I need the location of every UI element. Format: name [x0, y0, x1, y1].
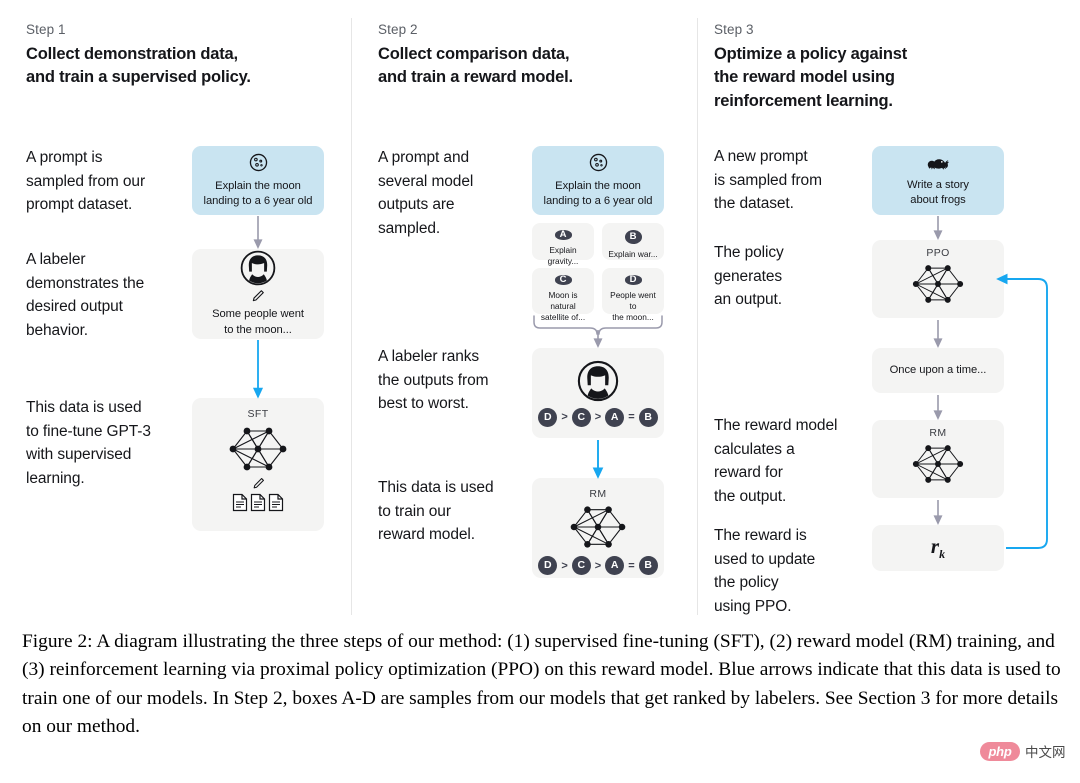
step-1-prompt-text: Explain the moon landing to a 6 year old — [203, 179, 313, 207]
sample-text-d: People went to the moon... — [610, 289, 656, 322]
step-3-title: Optimize a policy against the reward mod… — [714, 45, 908, 110]
step-1-prompt-box[interactable]: Explain the moon landing to a 6 year old — [192, 146, 324, 215]
sample-badge-b: B — [624, 230, 642, 244]
rm-rank-operator-2: > — [594, 559, 602, 572]
rank-badge-2: C — [571, 407, 591, 427]
step-1-sft-box[interactable]: SFT — [192, 398, 324, 531]
step-1-description-3: This data is used to fine-tune GPT-3 wit… — [26, 399, 151, 487]
rm-rank-badge-4: B — [638, 556, 658, 575]
sample-text-c: Moon is natural satellite of... — [540, 289, 586, 322]
labeler-avatar-icon — [577, 360, 619, 402]
step-3-rm-box[interactable]: RM — [872, 420, 1004, 498]
labeler-avatar-icon — [240, 250, 276, 286]
step-1-labeler-box[interactable]: Some people went to the moon... — [192, 249, 324, 339]
step-1-description-2: A labeler demonstrates the desired outpu… — [26, 251, 145, 339]
step-2-description-1: A prompt and several model outputs are s… — [378, 149, 474, 237]
php-logo-icon: php — [980, 741, 1020, 761]
pencil-icon — [251, 476, 266, 491]
sample-badge-d: D — [624, 275, 642, 285]
rm-rank-badge-1: D — [538, 556, 558, 575]
rank-operator-1: > — [561, 411, 568, 423]
step-1-column: Step 1 Collect demonstration data, and t… — [26, 0, 356, 618]
step-3-ppo-caption: PPO — [926, 247, 950, 259]
rank-badge-3: A — [605, 407, 625, 427]
neural-network-icon — [908, 261, 968, 307]
step-3-prompt-text: Write a story about frogs — [907, 178, 969, 206]
method-diagram: Step 1 Collect demonstration data, and t… — [0, 0, 1080, 618]
step-2-sample-c[interactable]: C Moon is natural satellite of... — [532, 268, 594, 322]
rank-badge-1: D — [538, 407, 558, 427]
step-2-ranking-row: D > C > A = B — [538, 407, 658, 427]
rm-rank-operator-3: = — [628, 559, 635, 572]
step-2-prompt-box[interactable]: Explain the moon landing to a 6 year old — [532, 146, 664, 215]
moon-icon — [588, 152, 609, 173]
step-3-output-box[interactable]: Once upon a time... — [872, 348, 1004, 393]
step-2-column: Step 2 Collect comparison data, and trai… — [378, 0, 708, 618]
step-3-description-1: A new prompt is sampled from the dataset… — [714, 148, 822, 213]
reward-value: rk — [930, 533, 946, 562]
step-2-prompt-text: Explain the moon landing to a 6 year old — [543, 179, 653, 207]
step-1-sft-caption: SFT — [247, 408, 269, 420]
rm-rank-badge-3: A — [605, 556, 625, 575]
rm-rank-badge-2: C — [571, 556, 591, 575]
rank-operator-2: > — [594, 411, 602, 423]
step-1-labeler-text: Some people went to the moon... — [212, 308, 304, 336]
documents-icon — [232, 493, 284, 512]
rank-badge-4: B — [638, 407, 658, 427]
step-1-description-1: A prompt is sampled from our prompt data… — [26, 149, 146, 214]
rank-operator-3: = — [628, 411, 635, 423]
step-1-title: Collect demonstration data, and train a … — [26, 45, 251, 87]
neural-network-icon — [908, 441, 968, 487]
step-1-label: Step 1 — [26, 22, 66, 37]
neural-network-icon — [225, 423, 291, 475]
step-2-rm-caption: RM — [589, 488, 607, 500]
step-3-ppo-box[interactable]: PPO — [872, 240, 1004, 318]
step-2-title: Collect comparison data, and train a rew… — [378, 45, 573, 87]
watermark: php 中文网 — [980, 741, 1066, 761]
step-3-prompt-box[interactable]: Write a story about frogs — [872, 146, 1004, 215]
watermark-site-text: 中文网 — [1025, 745, 1066, 761]
step-2-rm-ranking-row: D > C > A = B — [538, 556, 658, 575]
step-2-description-3: This data is used to train our reward mo… — [378, 479, 494, 544]
neural-network-icon — [566, 502, 630, 552]
step-3-description-3: The reward model calculates a reward for… — [714, 417, 838, 505]
step-3-reward-box[interactable]: rk — [872, 525, 1004, 571]
step-2-rm-box[interactable]: RM D > C > A = B — [532, 478, 664, 578]
sample-badge-a: A — [554, 230, 572, 240]
step-3-label: Step 3 — [714, 22, 754, 37]
step-2-sample-d[interactable]: D People went to the moon... — [602, 268, 664, 322]
step-2-sample-a[interactable]: A Explain gravity... — [532, 223, 594, 266]
sample-text-b: Explain war... — [608, 248, 658, 259]
sample-text-a: Explain gravity... — [547, 244, 579, 266]
step-2-description-2: A labeler ranks the outputs from best to… — [378, 348, 489, 413]
step-2-label: Step 2 — [378, 22, 418, 37]
frog-icon — [925, 153, 951, 172]
sample-badge-c: C — [554, 275, 572, 285]
step-3-description-4: The reward is used to update the policy … — [714, 527, 816, 615]
step-3-column: Step 3 Optimize a policy against the rew… — [714, 0, 1044, 618]
step-3-rm-caption: RM — [929, 427, 947, 439]
figure-caption: Figure 2: A diagram illustrating the thr… — [22, 631, 1061, 737]
moon-icon — [248, 152, 269, 173]
rm-rank-operator-1: > — [561, 559, 568, 572]
step-3-output-text: Once upon a time... — [889, 363, 987, 376]
step-2-sample-b[interactable]: B Explain war... — [602, 223, 664, 260]
step-2-ranking-box[interactable]: D > C > A = B — [532, 348, 664, 438]
pencil-icon — [250, 288, 266, 304]
step-3-description-2: The policy generates an output. — [714, 244, 784, 309]
